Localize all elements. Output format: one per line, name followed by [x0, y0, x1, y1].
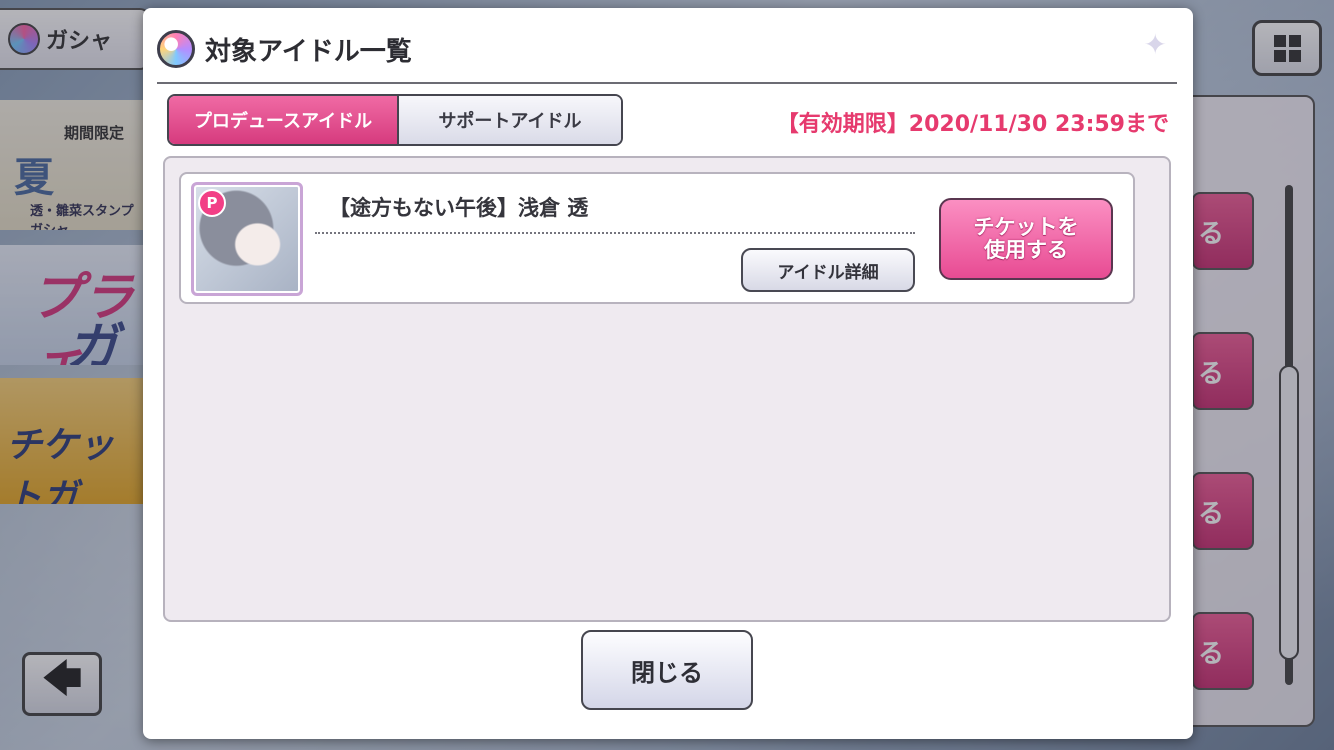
- list-item: P 【途方もない午後】浅倉 透 アイドル詳細 チケットを 使用する: [179, 172, 1135, 304]
- dialog-title: 対象アイドル一覧: [205, 36, 412, 67]
- tab-support-idol[interactable]: サポートアイドル: [397, 96, 621, 144]
- close-label: 閉じる: [631, 658, 703, 687]
- close-button[interactable]: 閉じる: [581, 630, 753, 710]
- header-divider: [157, 82, 1177, 84]
- idol-type-tabs: プロデュースアイドル サポートアイドル: [167, 94, 623, 146]
- target-idol-dialog: 対象アイドル一覧 ✦ プロデュースアイドル サポートアイドル 【有効期限】202…: [143, 8, 1193, 739]
- idol-name: 【途方もない午後】浅倉 透: [329, 196, 589, 220]
- idol-list: P 【途方もない午後】浅倉 透 アイドル詳細 チケットを 使用する: [163, 156, 1171, 622]
- sparkle-icon: ✦: [1143, 28, 1167, 61]
- idol-detail-label: アイドル詳細: [777, 262, 879, 283]
- tab-produce-label: プロデュースアイドル: [193, 111, 373, 132]
- produce-badge-icon: P: [198, 189, 226, 217]
- tab-support-label: サポートアイドル: [438, 111, 582, 132]
- shiny-colors-icon: [157, 30, 195, 68]
- idol-detail-button[interactable]: アイドル詳細: [741, 248, 915, 292]
- expiry-text: 【有効期限】2020/11/30 23:59まで: [776, 112, 1169, 137]
- use-ticket-button[interactable]: チケットを 使用する: [939, 198, 1113, 280]
- idol-thumbnail[interactable]: P: [191, 182, 303, 296]
- dialog-header: 対象アイドル一覧: [157, 30, 412, 68]
- dotted-divider: [315, 232, 915, 234]
- tab-produce-idol[interactable]: プロデュースアイドル: [169, 96, 397, 144]
- use-ticket-label-line2: 使用する: [984, 238, 1068, 262]
- use-ticket-label-line1: チケットを: [973, 214, 1079, 239]
